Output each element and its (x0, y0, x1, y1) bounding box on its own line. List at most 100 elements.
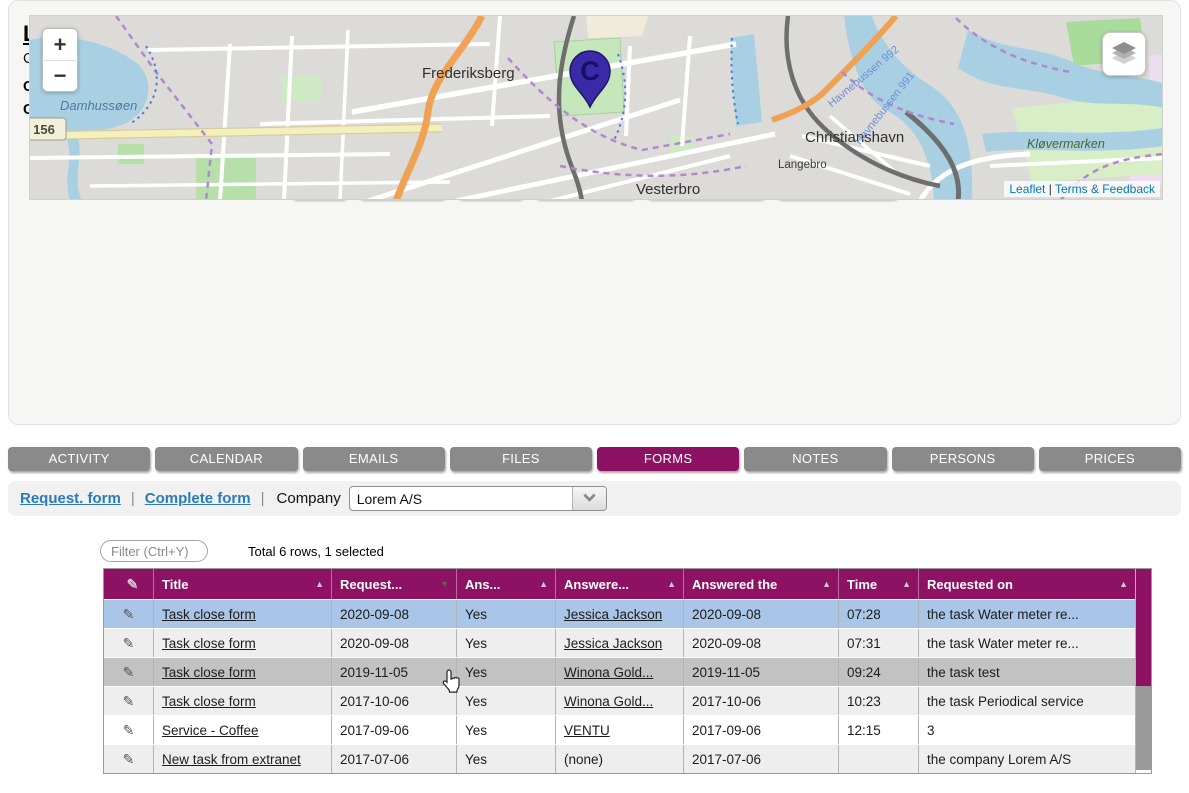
column-header-edit[interactable]: ✎ (104, 569, 154, 599)
cell-edit: ✎ (104, 745, 154, 773)
column-header-request[interactable]: Request...▼ (332, 569, 457, 599)
cell-form-title-link: Task close form (154, 687, 332, 715)
cell-answered-date: 2019-11-05 (684, 658, 839, 686)
sort-ascending-icon: ▲ (822, 579, 831, 589)
column-label: Ans... (465, 577, 500, 592)
company-panel: 156 Damhussøen Frederiksberg Vesterbro C… (8, 0, 1181, 425)
pencil-icon[interactable]: ✎ (123, 664, 135, 681)
map-label-frederiksberg: Frederiksberg (422, 65, 515, 82)
form-title-link[interactable]: Task close form (162, 694, 256, 709)
zoom-in-button[interactable]: + (43, 29, 77, 60)
request-form-link[interactable]: Request. form (20, 490, 121, 507)
answered-by-link[interactable]: Winona Gold... (564, 665, 653, 680)
complete-form-link[interactable]: Complete form (145, 490, 251, 507)
scrollbar-track-top (1136, 569, 1151, 686)
sort-ascending-icon: ▲ (315, 579, 324, 589)
cell-requested-date: 2017-07-06 (332, 745, 457, 773)
cell-edit: ✎ (104, 716, 154, 744)
subnav-separator: | (261, 490, 265, 507)
scrollbar-thumb[interactable] (1136, 686, 1151, 770)
tab-bar: ACTIVITY CALENDAR EMAILS FILES FORMS NOT… (8, 447, 1181, 471)
answered-by-link[interactable]: Winona Gold... (564, 694, 653, 709)
cell-answered-flag: Yes (457, 658, 556, 686)
tab-persons[interactable]: PERSONS (892, 447, 1034, 471)
table-header: ✎Title▲Request...▼Ans...▲Answere...▲Answ… (104, 569, 1151, 599)
table-row[interactable]: ✎ Task close form 2020-09-08 Yes Jessica Jac… (104, 628, 1151, 657)
table-row[interactable]: ✎ Task close form 2020-09-08 Yes Jessica Jac… (104, 599, 1151, 628)
cell-answered-by-link: Jessica Jackson (556, 600, 684, 628)
cell-answered-time: 07:31 (839, 629, 919, 657)
map-canvas: 156 Damhussøen Frederiksberg Vesterbro C… (30, 16, 1163, 200)
table-row[interactable]: ✎Task close form2019-11-05YesWinona Gold… (104, 657, 1151, 686)
cell-requested-date: 2019-11-05 (332, 658, 457, 686)
answered-by-link[interactable]: Jessica Jackson (564, 607, 662, 622)
answered-by-link[interactable]: VENTU (564, 723, 610, 738)
tab-notes[interactable]: NOTES (744, 447, 886, 471)
cell-answered-time: 12:15 (839, 716, 919, 744)
column-header-answered-the[interactable]: Answered the ▲ (684, 569, 839, 599)
select-dropdown-button[interactable] (572, 487, 606, 510)
leaflet-link[interactable]: Leaflet (1009, 182, 1045, 196)
cell-form-title-link: Task close form (154, 658, 332, 686)
terms-feedback-link[interactable]: Terms & Feedback (1055, 182, 1155, 196)
tab-forms[interactable]: FORMS (597, 447, 739, 471)
form-title-link[interactable]: New task from extranet (162, 752, 301, 767)
sort-descending-icon: ▼ (440, 579, 449, 589)
table-scrollbar[interactable] (1135, 569, 1151, 773)
cell-answered-date: 2020-09-08 (684, 629, 839, 657)
cell-form-title-link: New task from extranet (154, 745, 332, 773)
column-header-requested-on[interactable]: Requested on▲ (919, 569, 1136, 599)
pencil-icon[interactable]: ✎ (123, 635, 135, 652)
cell-edit: ✎ (104, 600, 154, 628)
pencil-icon: ✎ (127, 576, 139, 593)
chevron-down-icon (583, 489, 596, 502)
column-header-ans[interactable]: Ans...▲ (457, 569, 556, 599)
cell-form-title-link: Task close form (154, 600, 332, 628)
form-title-link[interactable]: Task close form (162, 665, 256, 680)
cell-requested-on: the task Water meter re... (919, 600, 1136, 628)
cell-answered-by-link: Jessica Jackson (556, 629, 684, 657)
cell-edit: ✎ (104, 629, 154, 657)
tab-prices[interactable]: PRICES (1039, 447, 1181, 471)
filter-input[interactable] (100, 540, 208, 562)
forms-subnav: Request. form | Complete form | Company … (8, 481, 1181, 516)
route-badge-label: 156 (33, 122, 55, 137)
cell-edit: ✎ (104, 658, 154, 686)
answered-by-link[interactable]: Jessica Jackson (564, 636, 662, 651)
form-title-link[interactable]: Task close form (162, 607, 256, 622)
tab-calendar[interactable]: CALENDAR (155, 447, 297, 471)
table-row[interactable]: ✎New task from extranet2017-07-06Yes(non… (104, 744, 1151, 773)
map-label-lake: Damhussøen (60, 98, 137, 113)
cell-answered-flag: Yes (457, 629, 556, 657)
map[interactable]: 156 Damhussøen Frederiksberg Vesterbro C… (29, 15, 1163, 200)
column-label: Requested on (927, 577, 1013, 592)
table-row[interactable]: ✎Service - Coffee2017-09-06YesVENTU2017-… (104, 715, 1151, 744)
zoom-out-button[interactable]: − (43, 60, 77, 91)
table-row[interactable]: ✎Task close form2017-10-06YesWinona Gold… (104, 686, 1151, 715)
tab-activity[interactable]: ACTIVITY (8, 447, 150, 471)
column-header-time[interactable]: Time▲ (839, 569, 919, 599)
map-attribution: Leaflet | Terms & Feedback (1004, 181, 1160, 197)
cell-answered-flag: Yes (457, 745, 556, 773)
column-label: Time (847, 577, 877, 592)
pencil-icon[interactable]: ✎ (123, 606, 135, 623)
pencil-icon[interactable]: ✎ (123, 751, 135, 768)
pencil-icon[interactable]: ✎ (123, 722, 135, 739)
cell-answered-date: 2020-09-08 (684, 600, 839, 628)
column-header-answere[interactable]: Answere...▲ (556, 569, 684, 599)
tab-files[interactable]: FILES (450, 447, 592, 471)
cell-answered-flag: Yes (457, 600, 556, 628)
layers-control[interactable] (1102, 32, 1146, 76)
form-title-link[interactable]: Task close form (162, 636, 256, 651)
map-label-klovermarken: Kløvermarken (1027, 137, 1105, 151)
pencil-icon[interactable]: ✎ (123, 693, 135, 710)
column-header-title[interactable]: Title▲ (154, 569, 332, 599)
form-title-link[interactable]: Service - Coffee (162, 723, 259, 738)
cell-answered-flag: Yes (457, 687, 556, 715)
column-label: Answered the (692, 577, 777, 592)
subnav-separator: | (131, 490, 135, 507)
column-label: Answere... (564, 577, 629, 592)
tab-emails[interactable]: EMAILS (303, 447, 445, 471)
company-select[interactable]: Lorem A/S (349, 486, 607, 511)
map-label-langebro: Langebro (778, 159, 827, 171)
